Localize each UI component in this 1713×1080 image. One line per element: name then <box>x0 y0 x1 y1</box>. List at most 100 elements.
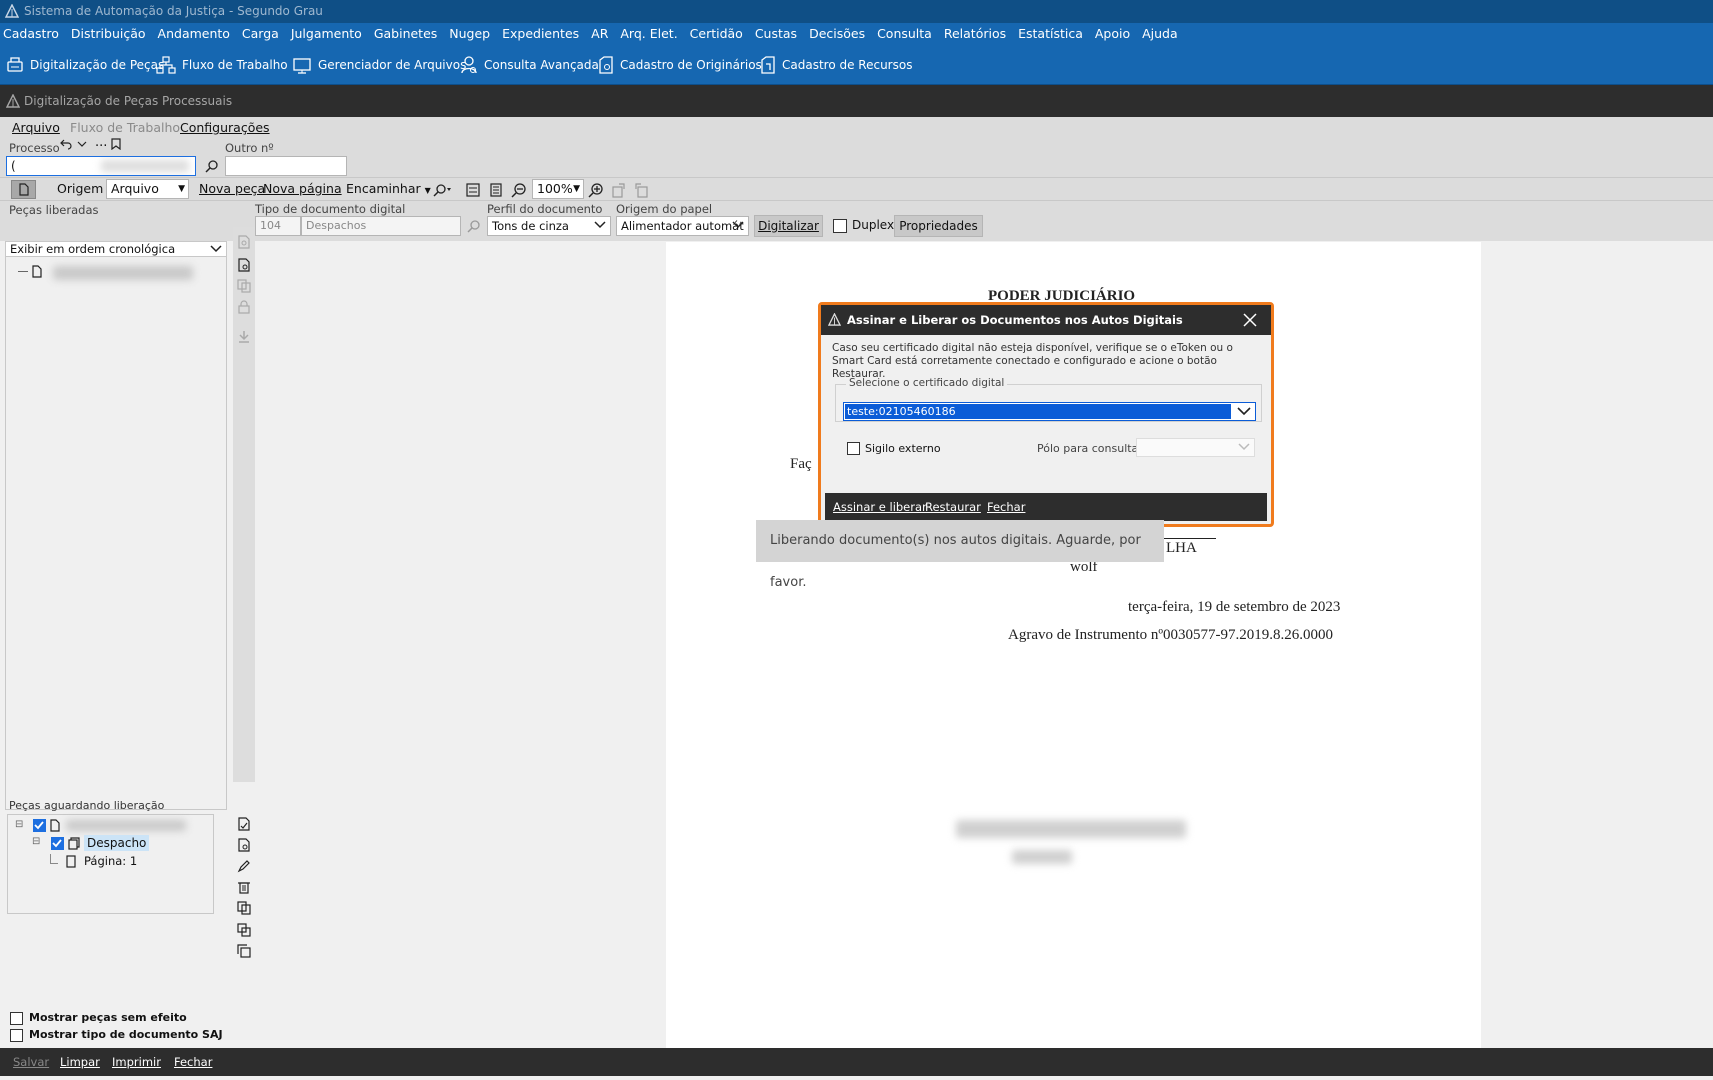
search-zoom-icon[interactable] <box>433 183 453 197</box>
toolbar-originarios-button[interactable]: Cadastro de Originários <box>598 53 762 77</box>
edit-icon[interactable] <box>237 859 251 873</box>
propriedades-button[interactable]: Propriedades <box>894 215 983 237</box>
menu-configuracoes[interactable]: Configurações <box>180 117 270 139</box>
menu-ar[interactable]: AR <box>591 26 608 41</box>
outro-numero-input[interactable] <box>225 156 347 176</box>
search-icon[interactable] <box>205 159 219 173</box>
menu-custas[interactable]: Custas <box>755 26 797 41</box>
copy-icon[interactable] <box>237 901 251 915</box>
toolbar-gerenciador-button[interactable]: Gerenciador de Arquivos <box>292 53 466 77</box>
appeal-register-icon <box>760 56 776 74</box>
menu-cadastro[interactable]: Cadastro <box>3 26 59 41</box>
saj-logo-icon <box>6 94 20 108</box>
encaminhar-dropdown[interactable]: Encaminhar ▼ <box>346 181 431 196</box>
mostrar-sem-efeito-checkbox[interactable] <box>10 1012 23 1025</box>
undo-icon[interactable] <box>60 138 72 150</box>
fechar-button[interactable]: Fechar <box>174 1048 212 1076</box>
mostrar-tipo-checkbox[interactable] <box>10 1029 23 1042</box>
chevron-down-icon <box>210 244 222 254</box>
duplex-checkbox[interactable] <box>833 219 847 233</box>
search-doc-icon[interactable] <box>237 258 251 272</box>
processo-input[interactable]: ( <box>6 156 196 176</box>
menu-ajuda[interactable]: Ajuda <box>1142 26 1178 41</box>
pecas-liberadas-tree[interactable] <box>5 257 227 810</box>
pecas-aguardando-tree[interactable]: ⊟ ⊟ Despacho Página: 1 <box>7 814 214 914</box>
duplicate-icon[interactable] <box>237 944 251 958</box>
menu-expedientes[interactable]: Expedientes <box>502 26 579 41</box>
tipo-documento-label: Tipo de documento digital <box>255 202 406 216</box>
move-icon[interactable] <box>237 923 251 937</box>
sigilo-externo-label: Sigilo externo <box>865 442 941 455</box>
dialog-footer: Assinar e liberar Restaurar Fechar <box>825 493 1267 521</box>
window-title: Sistema de Automação da Justiça - Segund… <box>24 4 323 18</box>
menu-julgamento[interactable]: Julgamento <box>291 26 362 41</box>
toolbar-consulta-button[interactable]: Consulta Avançada <box>460 53 599 77</box>
menu-arq-elet[interactable]: Arq. Elet. <box>620 26 677 41</box>
menu-arquivo[interactable]: Arquivo <box>12 117 60 139</box>
sign-release-dialog: Assinar e Liberar os Documentos nos Auto… <box>818 302 1274 527</box>
certificate-select[interactable]: teste:02105460186 <box>843 402 1256 421</box>
restaurar-button[interactable]: Restaurar <box>925 493 981 521</box>
title-bar: Sistema de Automação da Justiça - Segund… <box>0 0 1713 23</box>
chevron-down-icon[interactable] <box>76 138 88 150</box>
document-stack-icon <box>68 837 80 850</box>
sigilo-externo-checkbox[interactable] <box>847 442 860 455</box>
zoom-out-icon[interactable] <box>511 183 526 198</box>
origem-label: Origem <box>57 181 104 196</box>
pagina-tree-item[interactable]: Página: 1 <box>84 854 137 868</box>
redacted-name <box>956 820 1186 838</box>
zoom-in-icon[interactable] <box>588 183 603 198</box>
menu-carga[interactable]: Carga <box>242 26 279 41</box>
collapse-icon[interactable]: ⊟ <box>32 836 40 847</box>
imprimir-button[interactable]: Imprimir <box>112 1048 161 1076</box>
menu-nugep[interactable]: Nugep <box>449 26 490 41</box>
origem-papel-select[interactable]: Alimentador automát <box>616 216 749 236</box>
menu-relatorios[interactable]: Relatórios <box>944 26 1006 41</box>
more-options-button[interactable]: ... <box>95 135 107 150</box>
menu-decisoes[interactable]: Decisões <box>809 26 865 41</box>
delete-icon[interactable] <box>237 880 251 894</box>
pecas-aguardando-title: Peças aguardando liberação <box>9 799 165 812</box>
page-icon <box>19 183 29 196</box>
menu-apoio[interactable]: Apoio <box>1095 26 1130 41</box>
sign-doc-icon[interactable] <box>237 817 251 831</box>
fit-width-icon[interactable] <box>466 183 480 197</box>
nova-pagina-button[interactable]: Nova página <box>263 181 342 196</box>
perfil-documento-select[interactable]: Tons de cinza <box>487 216 611 236</box>
limpar-button[interactable]: Limpar <box>60 1048 100 1076</box>
menu-consulta[interactable]: Consulta <box>877 26 932 41</box>
page-icon <box>32 265 42 278</box>
menu-gabinetes[interactable]: Gabinetes <box>374 26 437 41</box>
nova-peca-button[interactable]: Nova peça <box>199 181 265 196</box>
menu-distribuicao[interactable]: Distribuição <box>71 26 146 41</box>
menu-estatistica[interactable]: Estatística <box>1018 26 1083 41</box>
despacho-checkbox[interactable] <box>51 837 64 850</box>
search-doc-icon[interactable] <box>237 838 251 852</box>
assinar-liberar-button[interactable]: Assinar e liberar <box>833 493 927 521</box>
toolbar-recursos-button[interactable]: Cadastro de Recursos <box>760 53 912 77</box>
menu-andamento[interactable]: Andamento <box>158 26 230 41</box>
menu-fluxo-trabalho: Fluxo de Trabalho <box>70 120 181 135</box>
toolbar-fluxo-button[interactable]: Fluxo de Trabalho <box>156 53 288 77</box>
collapse-icon[interactable]: ⊟ <box>15 819 23 830</box>
digitalizar-button[interactable]: Digitalizar <box>754 215 823 237</box>
ordem-select[interactable]: Exibir em ordem cronológica <box>5 241 227 257</box>
origem-select[interactable]: Arquivo ▼ <box>106 179 189 199</box>
polo-consulta-label: Pólo para consulta <box>1037 442 1139 455</box>
rotate-left-icon <box>611 183 626 198</box>
toolbar-digitalizacao-button[interactable]: Digitalização de Peças <box>6 53 164 77</box>
mostrar-sem-efeito-label: Mostrar peças sem efeito <box>29 1011 187 1024</box>
process-form: Processo ... Outro nº ( <box>0 135 1713 177</box>
fit-page-icon[interactable] <box>489 183 503 197</box>
group-checkbox[interactable] <box>33 819 46 832</box>
despacho-tree-item[interactable]: Despacho <box>84 835 150 851</box>
fechar-dialog-button[interactable]: Fechar <box>987 493 1025 521</box>
lock-icon <box>237 300 251 314</box>
close-icon[interactable] <box>1243 313 1257 327</box>
menu-certidao[interactable]: Certidão <box>690 26 743 41</box>
zoom-select[interactable]: 100% ▼ <box>532 179 584 199</box>
tipo-documento-input: Despachos <box>301 216 461 236</box>
bookmark-icon[interactable] <box>111 138 121 150</box>
view-doc-icon <box>237 235 251 249</box>
mode-toggle-button[interactable] <box>11 180 36 199</box>
